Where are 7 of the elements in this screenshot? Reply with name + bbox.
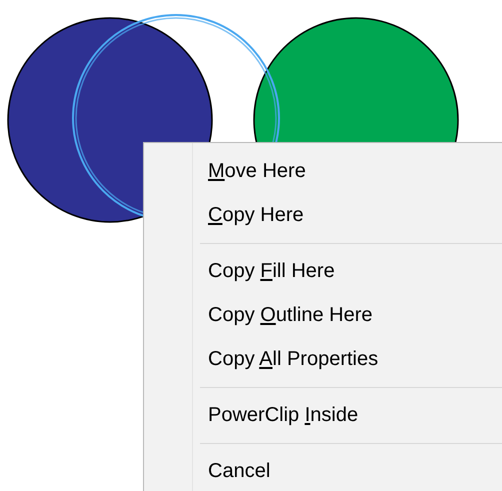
menu-item[interactable]: Copy Here: [144, 193, 502, 237]
menu-item[interactable]: Move Here: [144, 149, 502, 193]
menu-item[interactable]: PowerClip Inside: [144, 393, 502, 437]
menu-item[interactable]: Cancel: [144, 449, 502, 491]
menu-item[interactable]: Copy All Properties: [144, 337, 502, 381]
menu-item[interactable]: Copy Outline Here: [144, 293, 502, 337]
menu-item[interactable]: Copy Fill Here: [144, 249, 502, 293]
